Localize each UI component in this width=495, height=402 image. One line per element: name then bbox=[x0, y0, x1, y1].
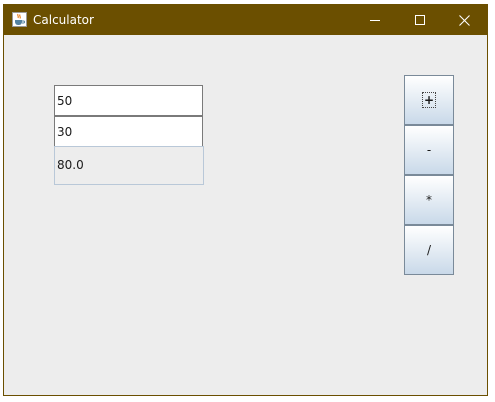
first-operand-input[interactable] bbox=[54, 85, 203, 116]
close-icon bbox=[459, 14, 470, 26]
window-title: Calculator bbox=[33, 13, 94, 27]
maximize-icon bbox=[414, 15, 425, 25]
close-button[interactable] bbox=[442, 5, 487, 35]
divide-button[interactable]: / bbox=[404, 225, 454, 275]
java-coffee-cup-icon bbox=[12, 12, 27, 27]
minimize-icon bbox=[369, 15, 380, 25]
calculator-window: Calculator 80.0 + - * / bbox=[3, 4, 488, 396]
divide-button-label: / bbox=[426, 243, 432, 257]
minimize-button[interactable] bbox=[352, 5, 397, 35]
add-button[interactable]: + bbox=[404, 75, 454, 125]
multiply-button[interactable]: * bbox=[404, 175, 454, 225]
result-field: 80.0 bbox=[54, 146, 204, 185]
add-button-label: + bbox=[421, 92, 437, 108]
multiply-button-label: * bbox=[426, 193, 432, 207]
subtract-button[interactable]: - bbox=[404, 125, 454, 175]
second-operand-input[interactable] bbox=[54, 116, 203, 147]
title-bar[interactable]: Calculator bbox=[4, 5, 487, 35]
maximize-button[interactable] bbox=[397, 5, 442, 35]
subtract-button-label: - bbox=[426, 143, 432, 157]
